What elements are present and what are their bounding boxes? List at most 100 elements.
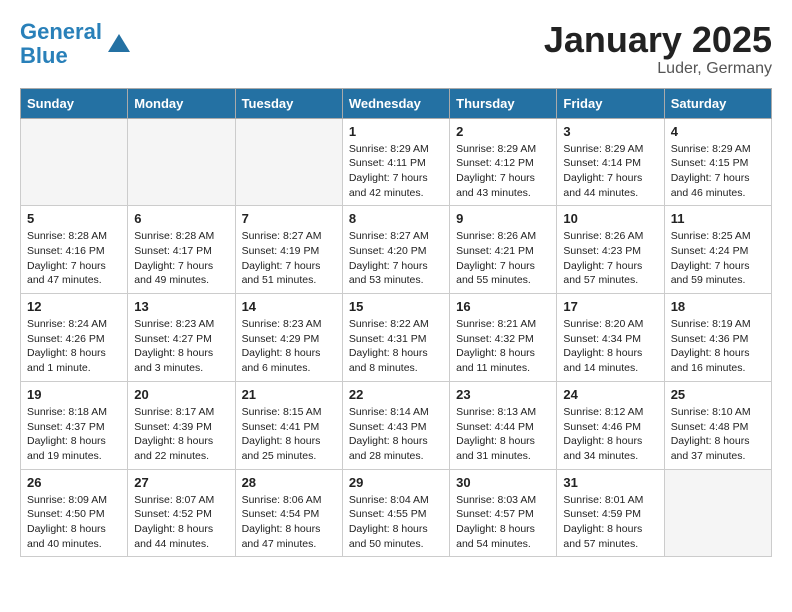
title-block: January 2025 Luder, Germany	[544, 20, 772, 78]
calendar-cell: 19Sunrise: 8:18 AMSunset: 4:37 PMDayligh…	[21, 381, 128, 469]
day-info: Sunrise: 8:19 AMSunset: 4:36 PMDaylight:…	[671, 317, 765, 376]
calendar-cell: 5Sunrise: 8:28 AMSunset: 4:16 PMDaylight…	[21, 206, 128, 294]
calendar-cell: 1 Sunrise: 8:29 AMSunset: 4:11 PMDaylight…	[342, 118, 449, 206]
day-number: 13	[134, 299, 228, 314]
day-number: 24	[563, 387, 657, 402]
week-row-2: 5Sunrise: 8:28 AMSunset: 4:16 PMDaylight…	[21, 206, 772, 294]
weekday-header-tuesday: Tuesday	[235, 88, 342, 118]
calendar-cell: 22 Sunrise: 8:14 AMSunset: 4:43 PMDayligh…	[342, 381, 449, 469]
calendar-cell: 6Sunrise: 8:28 AMSunset: 4:17 PMDaylight…	[128, 206, 235, 294]
calendar-cell: 21 Sunrise: 8:15 AMSunset: 4:41 PMDayligh…	[235, 381, 342, 469]
day-number: 29	[349, 475, 443, 490]
day-number: 30	[456, 475, 550, 490]
day-number: 7	[242, 211, 336, 226]
day-number: 1	[349, 124, 443, 139]
day-info: Sunrise: 8:13 AMSunset: 4:44 PMDaylight:…	[456, 405, 550, 464]
day-number: 25	[671, 387, 765, 402]
day-number: 23	[456, 387, 550, 402]
week-row-5: 26 Sunrise: 8:09 AMSunset: 4:50 PMDayligh…	[21, 469, 772, 557]
day-info: Sunrise: 8:26 AMSunset: 4:23 PMDaylight:…	[563, 229, 657, 288]
day-info: Sunrise: 8:12 AMSunset: 4:46 PMDaylight:…	[563, 405, 657, 464]
calendar-cell: 23 Sunrise: 8:13 AMSunset: 4:44 PMDayligh…	[450, 381, 557, 469]
calendar-cell: 8 Sunrise: 8:27 AMSunset: 4:20 PMDaylight…	[342, 206, 449, 294]
calendar-cell: 9 Sunrise: 8:26 AMSunset: 4:21 PMDaylight…	[450, 206, 557, 294]
calendar-table: SundayMondayTuesdayWednesdayThursdayFrid…	[20, 88, 772, 558]
calendar-cell: 7 Sunrise: 8:27 AMSunset: 4:19 PMDaylight…	[235, 206, 342, 294]
day-number: 21	[242, 387, 336, 402]
calendar-cell: 24 Sunrise: 8:12 AMSunset: 4:46 PMDayligh…	[557, 381, 664, 469]
day-info: Sunrise: 8:22 AMSunset: 4:31 PMDaylight:…	[349, 317, 443, 376]
calendar-cell: 28Sunrise: 8:06 AMSunset: 4:54 PMDayligh…	[235, 469, 342, 557]
weekday-header-thursday: Thursday	[450, 88, 557, 118]
day-number: 2	[456, 124, 550, 139]
calendar-cell: 27 Sunrise: 8:07 AMSunset: 4:52 PMDayligh…	[128, 469, 235, 557]
calendar-cell: 11Sunrise: 8:25 AMSunset: 4:24 PMDayligh…	[664, 206, 771, 294]
weekday-header-wednesday: Wednesday	[342, 88, 449, 118]
logo-icon	[108, 32, 130, 54]
day-info: Sunrise: 8:27 AMSunset: 4:20 PMDaylight:…	[349, 229, 443, 288]
day-number: 12	[27, 299, 121, 314]
week-row-3: 12 Sunrise: 8:24 AMSunset: 4:26 PMDayligh…	[21, 294, 772, 382]
calendar-cell: 13 Sunrise: 8:23 AMSunset: 4:27 PMDayligh…	[128, 294, 235, 382]
calendar-cell: 2 Sunrise: 8:29 AMSunset: 4:12 PMDaylight…	[450, 118, 557, 206]
calendar-cell: 20 Sunrise: 8:17 AMSunset: 4:39 PMDayligh…	[128, 381, 235, 469]
calendar-cell: 17Sunrise: 8:20 AMSunset: 4:34 PMDayligh…	[557, 294, 664, 382]
day-number: 3	[563, 124, 657, 139]
day-number: 26	[27, 475, 121, 490]
calendar-cell: 31Sunrise: 8:01 AMSunset: 4:59 PMDayligh…	[557, 469, 664, 557]
day-number: 8	[349, 211, 443, 226]
day-number: 16	[456, 299, 550, 314]
day-number: 27	[134, 475, 228, 490]
day-number: 5	[27, 211, 121, 226]
logo-text-block: General Blue	[20, 20, 130, 68]
page-header: General Blue January 2025 Luder, Germany	[20, 20, 772, 78]
calendar-cell: 12 Sunrise: 8:24 AMSunset: 4:26 PMDayligh…	[21, 294, 128, 382]
day-info: Sunrise: 8:27 AMSunset: 4:19 PMDaylight:…	[242, 229, 336, 288]
month-title: January 2025	[544, 20, 772, 60]
day-number: 31	[563, 475, 657, 490]
day-info: Sunrise: 8:25 AMSunset: 4:24 PMDaylight:…	[671, 229, 765, 288]
weekday-header-monday: Monday	[128, 88, 235, 118]
day-number: 20	[134, 387, 228, 402]
day-number: 14	[242, 299, 336, 314]
calendar-cell: 18Sunrise: 8:19 AMSunset: 4:36 PMDayligh…	[664, 294, 771, 382]
day-info: Sunrise: 8:23 AMSunset: 4:29 PMDaylight:…	[242, 317, 336, 376]
calendar-cell: 30 Sunrise: 8:03 AMSunset: 4:57 PMDayligh…	[450, 469, 557, 557]
day-info: Sunrise: 8:09 AMSunset: 4:50 PMDaylight:…	[27, 493, 121, 552]
day-info: Sunrise: 8:23 AMSunset: 4:27 PMDaylight:…	[134, 317, 228, 376]
day-info: Sunrise: 8:03 AMSunset: 4:57 PMDaylight:…	[456, 493, 550, 552]
day-info: Sunrise: 8:17 AMSunset: 4:39 PMDaylight:…	[134, 405, 228, 464]
calendar-cell: 16 Sunrise: 8:21 AMSunset: 4:32 PMDayligh…	[450, 294, 557, 382]
calendar-cell	[21, 118, 128, 206]
day-info: Sunrise: 8:29 AMSunset: 4:11 PMDaylight:…	[349, 142, 443, 201]
day-info: Sunrise: 8:29 AMSunset: 4:15 PMDaylight:…	[671, 142, 765, 201]
day-number: 22	[349, 387, 443, 402]
day-info: Sunrise: 8:21 AMSunset: 4:32 PMDaylight:…	[456, 317, 550, 376]
day-number: 17	[563, 299, 657, 314]
day-info: Sunrise: 8:07 AMSunset: 4:52 PMDaylight:…	[134, 493, 228, 552]
day-number: 10	[563, 211, 657, 226]
week-row-4: 19Sunrise: 8:18 AMSunset: 4:37 PMDayligh…	[21, 381, 772, 469]
calendar-cell: 25 Sunrise: 8:10 AMSunset: 4:48 PMDayligh…	[664, 381, 771, 469]
day-number: 4	[671, 124, 765, 139]
day-info: Sunrise: 8:18 AMSunset: 4:37 PMDaylight:…	[27, 405, 121, 464]
day-info: Sunrise: 8:06 AMSunset: 4:54 PMDaylight:…	[242, 493, 336, 552]
weekday-header-sunday: Sunday	[21, 88, 128, 118]
day-number: 9	[456, 211, 550, 226]
location: Luder, Germany	[544, 60, 772, 78]
weekday-header-saturday: Saturday	[664, 88, 771, 118]
weekday-header-row: SundayMondayTuesdayWednesdayThursdayFrid…	[21, 88, 772, 118]
logo: General Blue	[20, 20, 130, 68]
calendar-cell	[664, 469, 771, 557]
logo-name: General Blue	[20, 20, 102, 68]
day-info: Sunrise: 8:29 AMSunset: 4:12 PMDaylight:…	[456, 142, 550, 201]
day-info: Sunrise: 8:14 AMSunset: 4:43 PMDaylight:…	[349, 405, 443, 464]
day-info: Sunrise: 8:26 AMSunset: 4:21 PMDaylight:…	[456, 229, 550, 288]
day-info: Sunrise: 8:29 AMSunset: 4:14 PMDaylight:…	[563, 142, 657, 201]
day-info: Sunrise: 8:10 AMSunset: 4:48 PMDaylight:…	[671, 405, 765, 464]
day-info: Sunrise: 8:24 AMSunset: 4:26 PMDaylight:…	[27, 317, 121, 376]
calendar-cell: 26 Sunrise: 8:09 AMSunset: 4:50 PMDayligh…	[21, 469, 128, 557]
weekday-header-friday: Friday	[557, 88, 664, 118]
day-info: Sunrise: 8:04 AMSunset: 4:55 PMDaylight:…	[349, 493, 443, 552]
day-info: Sunrise: 8:15 AMSunset: 4:41 PMDaylight:…	[242, 405, 336, 464]
